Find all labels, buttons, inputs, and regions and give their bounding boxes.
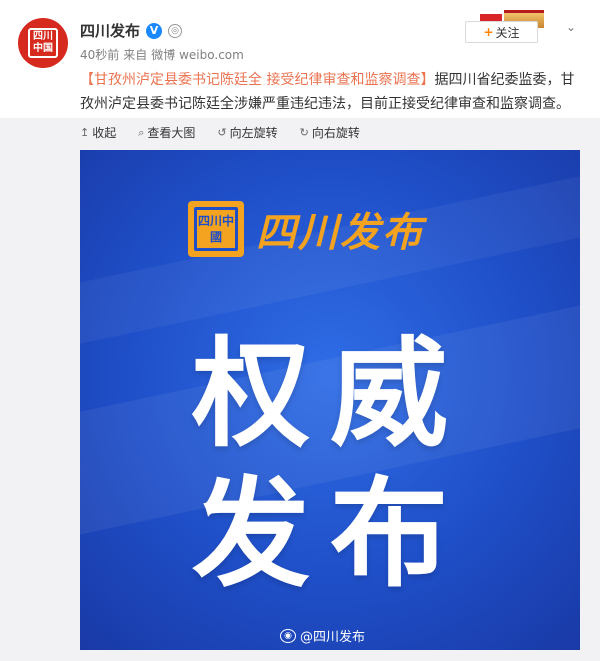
post-title-link[interactable]: 【甘孜州泸定县委书记陈廷全 接受纪律审查和监察调查】 <box>80 72 434 88</box>
weibo-logo-icon: ◉ <box>280 628 296 643</box>
rotate-left-icon: ↺ <box>217 126 227 139</box>
collapse-label: 收起 <box>92 126 117 140</box>
post-text: 【甘孜州泸定县委书记陈廷全 接受纪律审查和监察调查】据四川省纪委监委，甘孜州泸定… <box>80 68 580 116</box>
watermark-text: @四川发布 <box>300 630 366 645</box>
avatar-seal: 四川中国 <box>28 28 58 58</box>
author-row: 四川发布 V ◎ <box>80 20 183 41</box>
headline-line-2: 发布 <box>191 465 468 603</box>
rotate-left-label: 向左旋转 <box>229 126 278 140</box>
author-avatar[interactable]: 四川中国 <box>18 18 68 68</box>
image-watermark: ◉ @四川发布 <box>280 626 365 645</box>
collapse-arrow-icon: ↥ <box>80 126 90 139</box>
medal-icon: ◎ <box>168 23 183 38</box>
image-toolbar: ↥ 收起 ⌕ 查看大图 ↺ 向左旋转 ↻ 向右旋转 <box>80 124 360 141</box>
post-time[interactable]: 40秒前 <box>80 46 119 63</box>
rotate-right-label: 向右旋转 <box>311 126 360 140</box>
post-image[interactable]: 四川中國 四川发布 权威 发布 ◉ @四川发布 <box>80 150 580 650</box>
collapse-button[interactable]: ↥ 收起 <box>80 124 116 141</box>
rotate-left-button[interactable]: ↺ 向左旋转 <box>217 124 277 141</box>
seal-logo-text: 四川中國 <box>194 207 238 251</box>
rotate-right-button[interactable]: ↻ 向右旋转 <box>300 124 360 141</box>
follow-label: 关注 <box>495 25 520 40</box>
view-large-label: 查看大图 <box>147 126 196 140</box>
chevron-down-icon[interactable]: ⌄ <box>566 20 580 34</box>
view-large-button[interactable]: ⌕ 查看大图 <box>138 124 195 141</box>
verified-v-icon: V <box>146 22 163 39</box>
author-name[interactable]: 四川发布 <box>80 20 140 41</box>
brand-logo-text: 四川发布 <box>256 209 424 256</box>
follow-button[interactable]: + 关注 <box>465 21 538 43</box>
media-viewer: ↥ 收起 ⌕ 查看大图 ↺ 向左旋转 ↻ 向右旋转 四川中國 四川发布 权威 发… <box>0 118 600 661</box>
rotate-right-icon: ↻ <box>299 126 309 139</box>
source-prefix: 来自 <box>123 48 148 62</box>
post-meta: 40秒前 来自 微博 weibo.com <box>80 46 244 63</box>
brand-logo: 四川中國 四川发布 <box>188 200 424 258</box>
post-source[interactable]: 微博 weibo.com <box>151 46 244 63</box>
magnifier-icon: ⌕ <box>138 125 145 139</box>
seal-logo-icon: 四川中國 <box>188 201 244 257</box>
weibo-post: 四川中国 四川发布 V ◎ 40秒前 来自 微博 weibo.com + 关注 … <box>0 0 600 661</box>
plus-icon: + <box>483 25 494 39</box>
